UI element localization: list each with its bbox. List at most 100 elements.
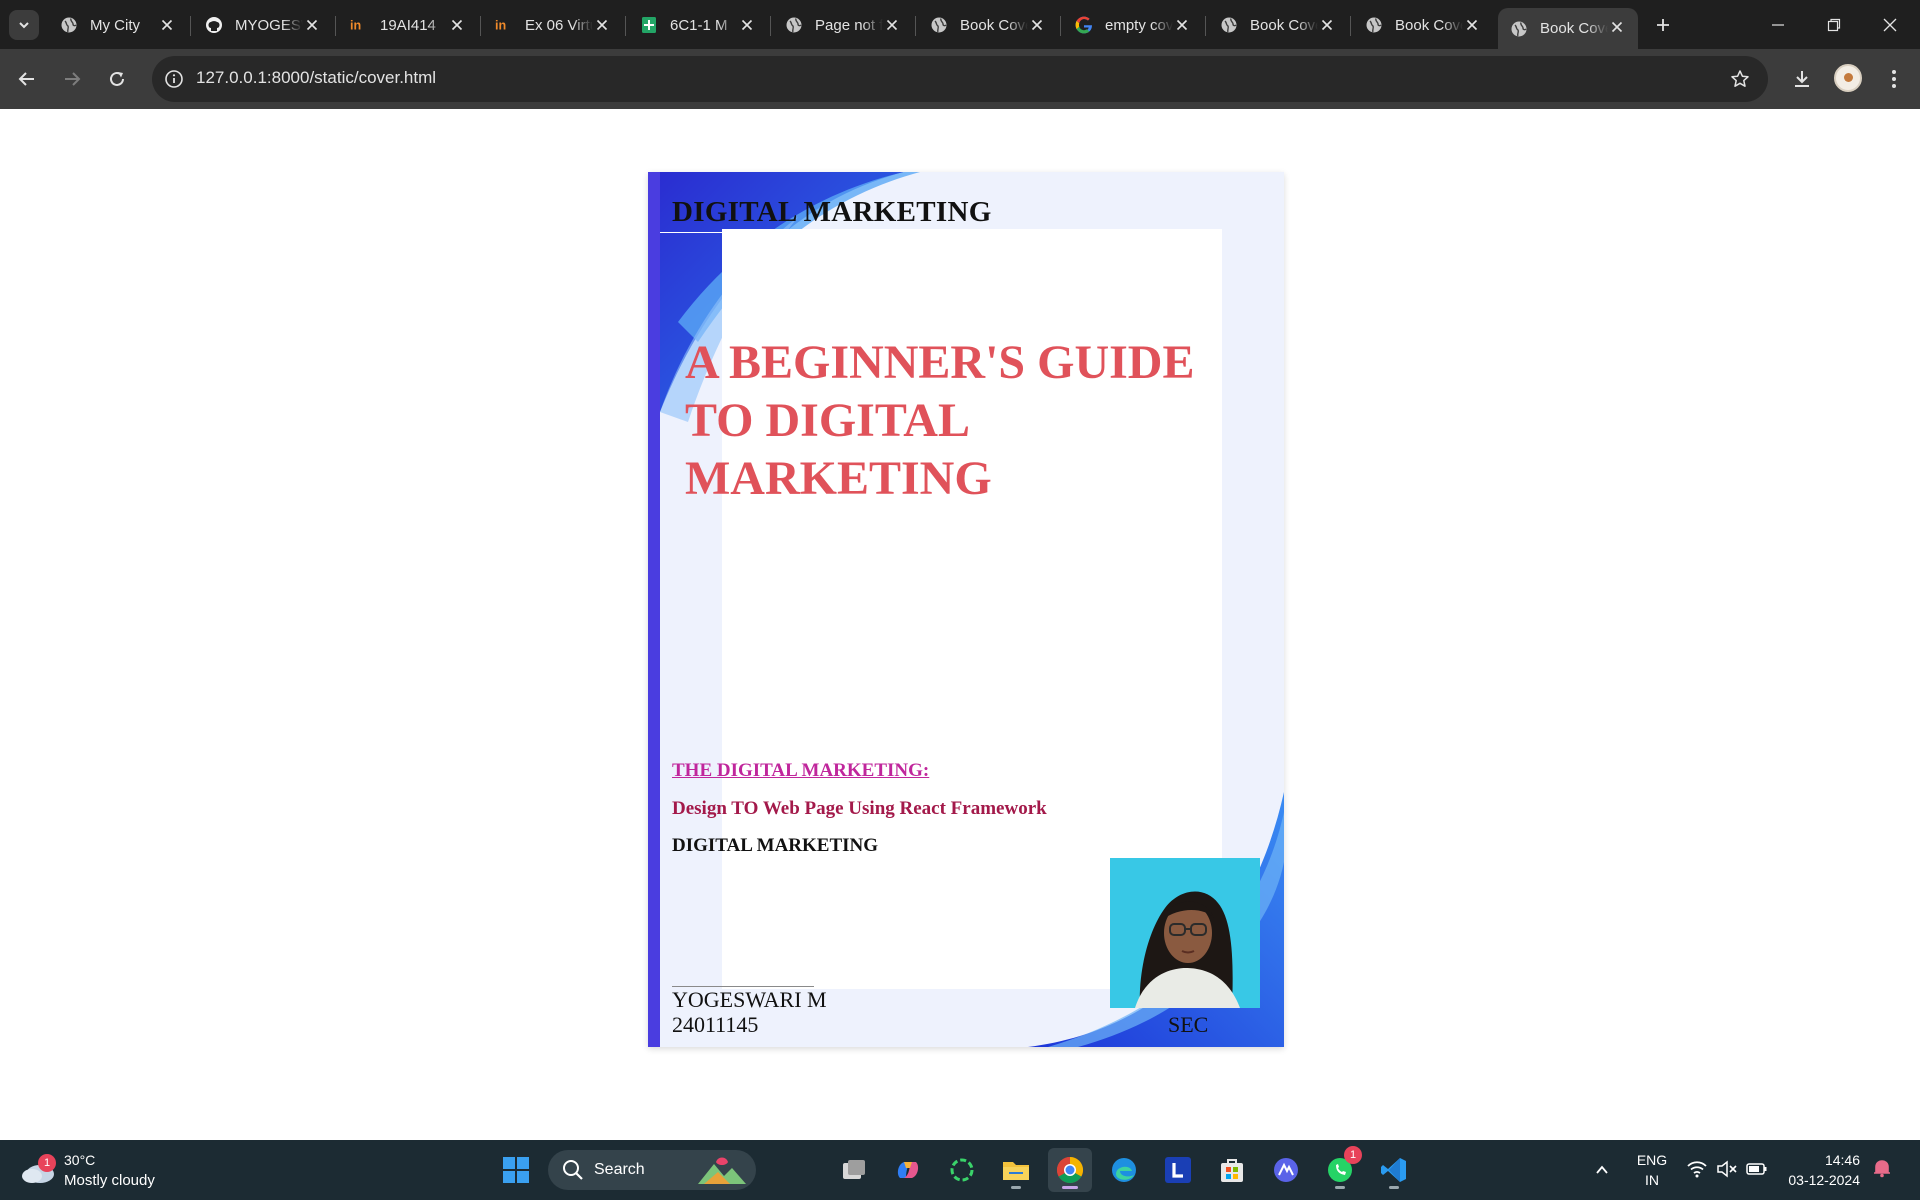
vpn-app-button[interactable] (1264, 1148, 1308, 1192)
bookmark-star-icon[interactable] (1728, 67, 1752, 91)
edge-icon (1112, 1158, 1136, 1182)
cover-subtitle-topic: THE DIGITAL MARKETING: (672, 760, 930, 781)
cover-heading: DIGITAL MARKETING (672, 196, 992, 228)
cover-title-line: TO DIGITAL (685, 394, 970, 447)
forward-button[interactable] (54, 61, 90, 97)
tab-close-icon[interactable] (1608, 18, 1626, 36)
tab-close-icon[interactable] (448, 16, 466, 34)
active-indicator (1062, 1186, 1078, 1189)
copilot-icon (897, 1162, 919, 1178)
tab-separator (1060, 16, 1061, 36)
tab[interactable]: MYOGESWARI (193, 6, 333, 44)
tab-search-button[interactable] (9, 10, 39, 40)
store-button[interactable] (1210, 1148, 1254, 1192)
profile-avatar[interactable] (1834, 64, 1862, 92)
start-button[interactable] (494, 1148, 538, 1192)
minimize-button[interactable] (1750, 0, 1806, 49)
language-indicator[interactable]: ENG IN (1634, 1150, 1670, 1190)
battery-icon (1746, 1163, 1767, 1175)
chevron-up-icon (1596, 1165, 1608, 1174)
notifications-button[interactable] (1872, 1158, 1896, 1182)
tab[interactable]: in 19AI414 (338, 6, 478, 44)
globe-icon (930, 16, 948, 34)
tab-separator (625, 16, 626, 36)
cover-subtitle-description: Design TO Web Page Using React Framework (672, 798, 1047, 819)
whatsapp-button[interactable]: 1 (1318, 1146, 1362, 1192)
weather-badge: 1 (38, 1154, 56, 1172)
running-indicator (1011, 1186, 1021, 1189)
tab[interactable]: Page not found (773, 6, 913, 44)
cover-subtitle-subject: DIGITAL MARKETING (672, 835, 879, 856)
close-window-button[interactable] (1862, 0, 1918, 49)
task-view-button[interactable] (832, 1148, 876, 1192)
copilot-button[interactable] (886, 1148, 930, 1192)
weather-widget[interactable]: 1 30°C Mostly cloudy (20, 1148, 180, 1192)
author-name: YOGESWARI M (672, 987, 827, 1012)
menu-button[interactable] (1876, 61, 1912, 97)
restore-button[interactable] (1806, 0, 1862, 49)
vpn-app-icon (1274, 1158, 1298, 1182)
downloads-button[interactable] (1784, 61, 1820, 97)
author-id: 24011145 (672, 1012, 759, 1037)
cover-left-bar (648, 172, 660, 1047)
back-button[interactable] (9, 61, 45, 97)
site-info-icon[interactable] (162, 67, 186, 91)
arrow-left-icon (18, 72, 34, 86)
tab[interactable]: empty cover (1063, 6, 1203, 44)
whatsapp-badge: 1 (1344, 1146, 1362, 1164)
tab-separator (915, 16, 916, 36)
weather-condition: Mostly cloudy (64, 1172, 155, 1189)
tab-close-icon[interactable] (1173, 16, 1191, 34)
l-app-button[interactable] (1156, 1148, 1200, 1192)
search-label: Search (594, 1161, 645, 1178)
url-text[interactable]: 127.0.0.1:8000/static/cover.html (196, 68, 436, 88)
restore-icon (1827, 18, 1841, 31)
tab[interactable]: Book Cover (918, 6, 1058, 44)
tab-title: Ex 06 Virtual (525, 16, 593, 34)
chrome-icon (1056, 1156, 1084, 1184)
github-icon (205, 16, 223, 34)
tab[interactable]: in Ex 06 Virtual (483, 6, 623, 44)
address-bar[interactable]: 127.0.0.1:8000/static/cover.html (152, 56, 1768, 102)
tab[interactable]: My City (48, 6, 188, 44)
google-icon (1075, 16, 1093, 34)
cover-title-line: A BEGINNER'S GUIDE (685, 336, 1195, 389)
download-icon (1795, 71, 1809, 87)
tab-close-icon[interactable] (593, 16, 611, 34)
tab-close-icon[interactable] (1463, 16, 1481, 34)
tab-close-icon[interactable] (303, 16, 321, 34)
tab-separator (335, 16, 336, 36)
file-explorer-button[interactable] (994, 1148, 1038, 1192)
chevron-down-icon (19, 22, 29, 29)
book-cover: DIGITAL MARKETING A BEGINNER'S GUIDE TO … (648, 172, 1284, 1047)
vscode-button[interactable] (1372, 1148, 1416, 1192)
tab[interactable]: 6C1-1 M (628, 6, 768, 44)
tab[interactable]: Book Cover (1353, 6, 1493, 44)
bell-icon (1874, 1160, 1890, 1178)
tab-close-icon[interactable] (158, 16, 176, 34)
tab[interactable]: Book Cover (1208, 6, 1348, 44)
chrome-button[interactable] (1048, 1148, 1092, 1192)
globe-icon (1220, 16, 1238, 34)
clock[interactable]: 14:46 03-12-2024 (1778, 1150, 1860, 1190)
arrow-right-icon (65, 72, 81, 86)
show-hidden-icons-button[interactable] (1590, 1158, 1614, 1182)
tab-close-icon[interactable] (1318, 16, 1336, 34)
reload-button[interactable] (99, 61, 135, 97)
new-tab-button[interactable] (1650, 12, 1676, 38)
sheets-icon (640, 16, 658, 34)
clock-time: 14:46 (1824, 1152, 1860, 1168)
edge-button[interactable] (1102, 1148, 1146, 1192)
browser-toolbar: 127.0.0.1:8000/static/cover.html (0, 49, 1920, 109)
tab-close-icon[interactable] (1028, 16, 1046, 34)
globe-icon (1510, 20, 1528, 38)
system-tray[interactable] (1686, 1158, 1770, 1182)
globe-icon (1365, 16, 1383, 34)
ring-app-button[interactable] (940, 1148, 984, 1192)
close-icon (1883, 18, 1897, 31)
svg-text:in: in (495, 19, 506, 33)
tab-close-icon[interactable] (883, 16, 901, 34)
taskbar-search[interactable]: Search (548, 1150, 756, 1190)
tab-active[interactable]: Book Cover (1498, 8, 1638, 49)
tab-close-icon[interactable] (738, 16, 756, 34)
